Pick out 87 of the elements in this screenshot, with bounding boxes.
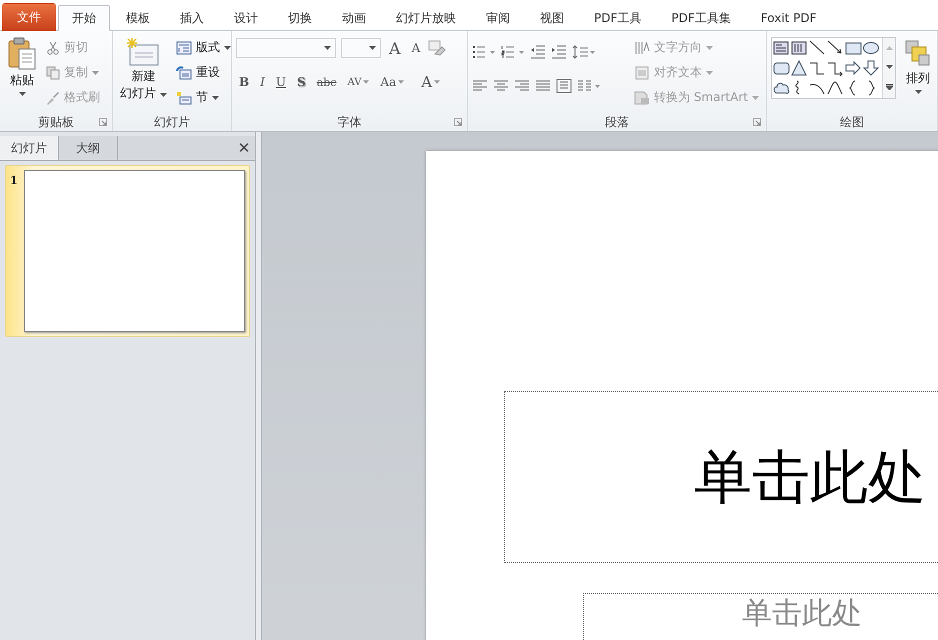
align-text-icon	[634, 66, 650, 80]
title-placeholder[interactable]: 单击此处	[504, 391, 938, 563]
ribbon-tab[interactable]: 插入	[166, 5, 218, 31]
decrease-indent-icon[interactable]	[530, 45, 546, 59]
caret-icon	[363, 80, 370, 84]
bullets-icon[interactable]	[472, 45, 496, 59]
slide-number: 1	[10, 173, 19, 189]
text-direction-icon	[634, 40, 650, 54]
caret-icon	[398, 80, 404, 84]
ribbon-tab[interactable]: PDF工具	[580, 5, 656, 31]
align-right-icon[interactable]	[514, 79, 530, 93]
caret-icon	[752, 96, 759, 100]
caret-icon	[160, 93, 167, 97]
dialog-launcher-icon[interactable]	[753, 118, 761, 126]
clipboard-icon	[7, 37, 37, 71]
new-slide-button[interactable]: 新建 幻灯片	[117, 35, 170, 113]
panel-tab[interactable]: 大纲	[59, 136, 118, 160]
shadow-button[interactable]: S	[294, 75, 309, 89]
underline-button[interactable]: U	[272, 75, 290, 89]
caret-icon	[224, 46, 231, 50]
scissors-icon	[46, 40, 60, 54]
color-button[interactable]: A	[418, 73, 444, 91]
brush-icon	[46, 90, 60, 104]
columns-icon[interactable]	[577, 79, 601, 93]
title-placeholder-text: 单击此处	[694, 442, 926, 512]
close-button[interactable]: ✕	[233, 136, 255, 160]
panel-tab[interactable]: 幻灯片	[0, 136, 59, 160]
caret-icon	[324, 46, 331, 50]
spacing-button[interactable]: AV	[344, 76, 372, 88]
group-label: 绘图	[840, 114, 864, 130]
align-left-icon[interactable]	[472, 79, 488, 93]
new-slide-icon	[126, 37, 160, 67]
strike-button[interactable]: abc	[314, 76, 340, 88]
font-name-field[interactable]	[236, 38, 336, 58]
file-tab[interactable]: 文件	[2, 3, 56, 31]
layout-icon	[176, 40, 192, 54]
clear-format-icon[interactable]	[428, 40, 446, 56]
paste-button[interactable]: 粘贴	[4, 35, 40, 113]
font-size-field[interactable]	[341, 38, 381, 58]
bold-button[interactable]: B	[236, 75, 252, 89]
reset-button[interactable]: 重设	[176, 62, 231, 83]
ribbon-tab[interactable]: Foxit PDF	[746, 5, 831, 31]
ribbon-tab[interactable]: 视图	[526, 5, 578, 31]
grow-font-button[interactable]: A	[386, 38, 404, 58]
numbering-icon[interactable]	[501, 45, 525, 59]
smartart-icon	[634, 90, 650, 104]
case-button[interactable]: Aa	[377, 75, 408, 89]
ribbon-tab[interactable]: 开始	[58, 5, 110, 31]
section-button[interactable]: 节	[176, 87, 231, 108]
align-justify-icon[interactable]	[535, 79, 551, 93]
caret-icon	[92, 70, 99, 74]
scroll-down-icon[interactable]	[886, 64, 892, 69]
group-label: 字体	[338, 114, 362, 130]
caret-icon	[434, 80, 440, 84]
italic-button[interactable]: I	[257, 75, 268, 89]
dialog-launcher-icon[interactable]	[99, 118, 107, 126]
arrange-button[interactable]: 排列	[902, 35, 931, 113]
group-label: 段落	[605, 114, 629, 130]
dialog-launcher-icon[interactable]	[454, 118, 462, 126]
align-center-icon[interactable]	[493, 79, 509, 93]
reset-icon	[176, 66, 192, 80]
layout-button[interactable]: 版式	[176, 37, 231, 58]
slide-thumbnail-item[interactable]: 1	[5, 165, 250, 337]
caret-icon	[706, 46, 713, 50]
ribbon-tab[interactable]: 幻灯片放映	[382, 5, 470, 31]
increase-indent-icon[interactable]	[551, 45, 567, 59]
ribbon-tab[interactable]: 设计	[220, 5, 272, 31]
ribbon-tab[interactable]: 动画	[328, 5, 380, 31]
ribbon-tab[interactable]: 审阅	[472, 5, 524, 31]
caret-icon	[914, 90, 922, 94]
caret-icon	[212, 96, 219, 100]
shapes-gallery[interactable]	[771, 37, 896, 99]
more-icon[interactable]	[886, 84, 892, 90]
ribbon-tab[interactable]: PDF工具集	[657, 5, 745, 31]
ribbon-tab[interactable]: 模板	[112, 5, 164, 31]
section-icon	[176, 90, 192, 104]
caret-icon	[369, 46, 376, 50]
caret-icon	[18, 92, 26, 96]
ribbon-tab[interactable]: 切换	[274, 5, 326, 31]
group-label: 幻灯片	[154, 114, 190, 130]
group-label: 剪贴板	[38, 114, 74, 130]
caret-icon	[706, 70, 713, 74]
distribute-icon[interactable]	[556, 79, 572, 93]
subtitle-placeholder-text: 单击此处	[742, 596, 862, 631]
shrink-font-button[interactable]: A	[408, 41, 424, 55]
line-spacing-icon[interactable]	[572, 45, 596, 59]
copy-icon	[46, 66, 60, 80]
